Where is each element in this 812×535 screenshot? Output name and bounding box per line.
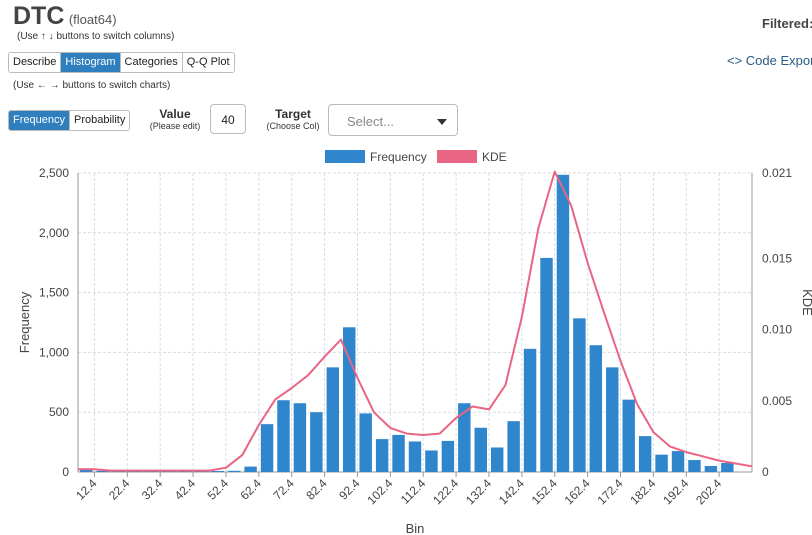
y-tick-label: 0	[62, 465, 69, 479]
legend-label-kde: KDE	[482, 150, 507, 164]
histogram-bar	[655, 454, 668, 472]
x-tick-label: 82.4	[303, 476, 330, 503]
histogram-bar	[375, 439, 389, 472]
y-tick-label: 2,000	[39, 226, 69, 240]
histogram-bar	[211, 471, 224, 472]
histogram-bar	[721, 463, 734, 472]
x-tick-label: 32.4	[139, 476, 166, 503]
histogram-bar	[704, 466, 718, 472]
legend-swatch-frequency	[325, 150, 365, 163]
x-tick-label: 22.4	[106, 476, 133, 503]
legend-swatch-kde	[437, 150, 477, 163]
x-tick-label: 122.4	[430, 476, 461, 507]
histogram-chart: 0 500 1,000 1,500 2,000 2,500 0 0.005 0.010 0.015…	[17, 150, 812, 535]
histogram-bar	[606, 367, 619, 472]
histogram-bar	[638, 436, 652, 472]
x-tick-label: 52.4	[205, 476, 232, 503]
y2-tick-label: 0.010	[762, 323, 792, 337]
histogram-bar	[573, 318, 586, 472]
histogram-bar	[244, 466, 257, 472]
x-axis-title: Bin	[406, 521, 425, 535]
histogram-bar	[293, 403, 307, 472]
y2-axis-title: KDE	[800, 289, 812, 316]
x-tick-label: 172.4	[594, 476, 625, 507]
histogram-bar	[490, 447, 504, 472]
histogram-bar	[425, 450, 438, 472]
histogram-bar	[260, 424, 274, 472]
x-tick-label: 12.4	[73, 476, 100, 503]
histogram-bar	[310, 412, 323, 472]
y-tick-label: 500	[49, 405, 69, 419]
x-tick-label: 152.4	[529, 476, 560, 507]
y-tick-label: 1,000	[39, 345, 69, 359]
histogram-bar	[622, 399, 635, 472]
x-tick-label: 192.4	[660, 476, 691, 507]
x-tick-label: 42.4	[172, 476, 199, 503]
histogram-bar	[688, 460, 701, 472]
x-tick-label: 162.4	[562, 476, 593, 507]
histogram-bar	[540, 257, 553, 472]
histogram-bar	[408, 441, 422, 472]
y2-tick-label: 0.021	[762, 166, 792, 180]
kde-line	[78, 170, 753, 472]
legend-label-frequency: Frequency	[370, 150, 427, 164]
x-tick-label: 112.4	[398, 476, 429, 507]
y2-tick-label: 0.005	[762, 394, 792, 408]
histogram-bar	[326, 367, 340, 472]
y-axis-title: Frequency	[17, 291, 32, 353]
x-tick-label: 62.4	[238, 476, 265, 503]
histogram-bar	[227, 470, 241, 472]
y2-tick-label: 0.015	[762, 251, 792, 265]
y-tick-label: 2,500	[39, 166, 69, 180]
histogram-bar	[671, 451, 685, 472]
histogram-bar	[441, 440, 455, 472]
x-tick-label: 102.4	[364, 476, 395, 507]
histogram-bar	[589, 345, 603, 472]
y2-tick-label: 0	[762, 465, 769, 479]
x-tick-label: 72.4	[270, 476, 297, 503]
x-tick-label: 202.4	[693, 476, 724, 507]
x-tick-label: 142.4	[496, 476, 527, 507]
histogram-bar	[359, 413, 372, 472]
x-tick-label: 182.4	[627, 476, 658, 507]
x-tick-label: 92.4	[336, 476, 363, 503]
histogram-bar	[474, 427, 487, 472]
histogram-bar	[507, 421, 520, 472]
y-tick-label: 1,500	[39, 286, 69, 300]
x-tick-label: 132.4	[463, 476, 494, 507]
histogram-bar	[392, 434, 405, 472]
histogram-bar	[458, 403, 471, 472]
histogram-bar	[556, 174, 570, 472]
histogram-bar	[523, 348, 537, 472]
histogram-bar	[277, 400, 290, 472]
